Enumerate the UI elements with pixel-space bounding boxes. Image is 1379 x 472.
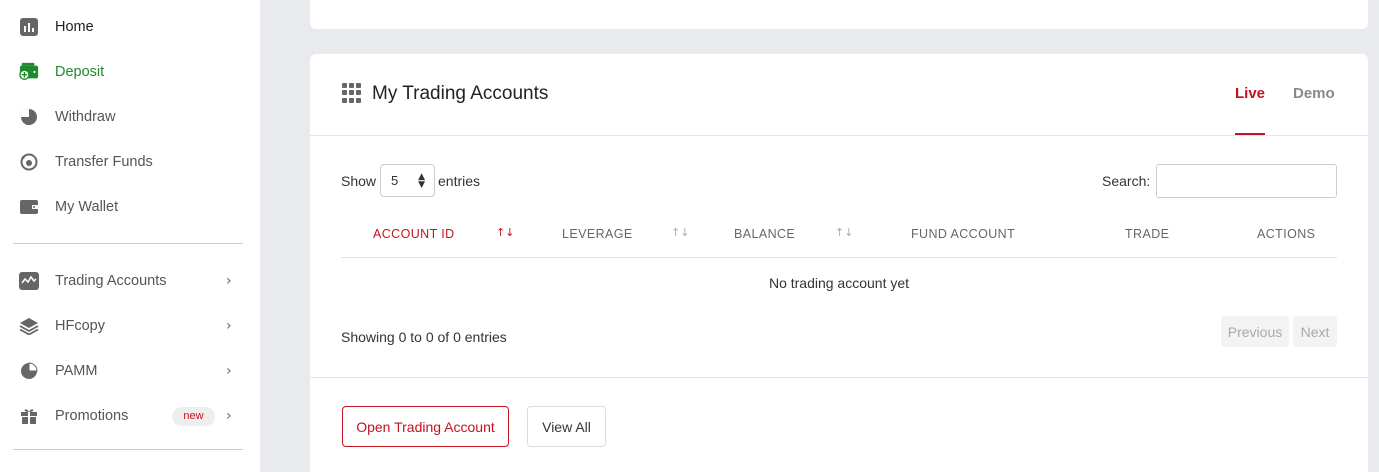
column-header-fund-account: FUND ACCOUNT <box>911 227 1016 241</box>
card-title: My Trading Accounts <box>372 83 549 104</box>
table-header-divider <box>341 257 1337 258</box>
sidebar-item-my-wallet[interactable]: My Wallet <box>0 187 260 227</box>
sidebar-item-hfcopy[interactable]: HFcopy › <box>0 306 260 346</box>
column-header-account-id[interactable]: ACCOUNT ID <box>373 227 455 241</box>
open-trading-account-button[interactable]: Open Trading Account <box>342 406 509 447</box>
chart-line-icon <box>19 271 39 291</box>
chevron-right-icon: › <box>226 408 232 424</box>
sidebar-item-trading-accounts[interactable]: Trading Accounts › <box>0 261 260 301</box>
active-tab-indicator <box>1235 133 1265 135</box>
sidebar-item-transfer-funds[interactable]: Transfer Funds <box>0 142 260 182</box>
chevron-right-icon: › <box>226 273 232 289</box>
sidebar: Home Deposit Withdraw Transfer Funds My … <box>0 0 260 472</box>
transfer-icon <box>19 152 39 172</box>
chevron-right-icon: › <box>226 318 232 334</box>
sidebar-item-label: PAMM <box>55 363 98 379</box>
select-arrows-icon: ▲ ▼ <box>418 172 425 190</box>
sidebar-item-label: Withdraw <box>55 109 116 125</box>
next-button[interactable]: Next <box>1293 316 1337 347</box>
sidebar-item-label: Home <box>55 19 94 35</box>
page-size-value: 5 <box>391 173 399 188</box>
sidebar-item-label: Promotions <box>55 408 129 424</box>
grid-icon <box>342 83 362 103</box>
chevron-right-icon: › <box>226 363 232 379</box>
bar-chart-icon <box>19 17 39 37</box>
column-header-leverage[interactable]: LEVERAGE <box>562 227 633 241</box>
sidebar-divider <box>13 449 243 450</box>
pie-chart-icon <box>19 361 39 381</box>
sidebar-item-label: Deposit <box>55 64 105 80</box>
tab-live[interactable]: Live <box>1235 85 1265 102</box>
sidebar-item-label: Transfer Funds <box>55 154 153 170</box>
gift-icon <box>19 406 39 426</box>
sidebar-item-withdraw[interactable]: Withdraw <box>0 97 260 137</box>
column-header-balance[interactable]: BALANCE <box>734 227 795 241</box>
page-size-select[interactable]: 5 ▲ ▼ <box>380 164 435 197</box>
entries-label: entries <box>438 173 481 189</box>
view-all-button[interactable]: View All <box>527 406 606 447</box>
sidebar-item-home[interactable]: Home <box>0 7 260 47</box>
card-header: My Trading Accounts Live Demo <box>310 54 1368 136</box>
previous-button[interactable]: Previous <box>1221 316 1289 347</box>
sort-icon[interactable]: ↑↓ <box>671 226 689 239</box>
search-input[interactable] <box>1156 164 1337 198</box>
trading-accounts-card: My Trading Accounts Live Demo Show 5 ▲ ▼ … <box>310 54 1368 472</box>
show-label: Show <box>341 173 377 189</box>
pie-icon <box>19 107 39 127</box>
column-header-actions: ACTIONS <box>1257 227 1316 241</box>
search-label: Search: <box>1102 173 1151 189</box>
new-badge: new <box>172 406 215 426</box>
sort-icon[interactable]: ↑↓ <box>496 226 514 239</box>
sidebar-divider <box>13 243 243 244</box>
column-header-trade: TRADE <box>1125 227 1170 241</box>
sidebar-item-promotions[interactable]: Promotions new › <box>0 396 260 436</box>
showing-info: Showing 0 to 0 of 0 entries <box>341 329 507 345</box>
wallet-plus-icon <box>19 62 39 82</box>
sidebar-item-label: My Wallet <box>55 199 119 215</box>
sort-icon[interactable]: ↑↓ <box>835 226 853 239</box>
sidebar-item-deposit[interactable]: Deposit <box>0 52 260 92</box>
sidebar-item-pamm[interactable]: PAMM › <box>0 351 260 391</box>
wallet-icon <box>19 197 39 217</box>
card-footer-divider <box>310 377 1368 378</box>
sidebar-item-label: Trading Accounts <box>55 273 167 289</box>
layers-icon <box>19 316 39 336</box>
empty-table-message: No trading account yet <box>768 275 910 291</box>
tab-demo[interactable]: Demo <box>1293 85 1335 102</box>
top-card <box>310 0 1368 29</box>
sidebar-item-label: HFcopy <box>55 318 105 334</box>
